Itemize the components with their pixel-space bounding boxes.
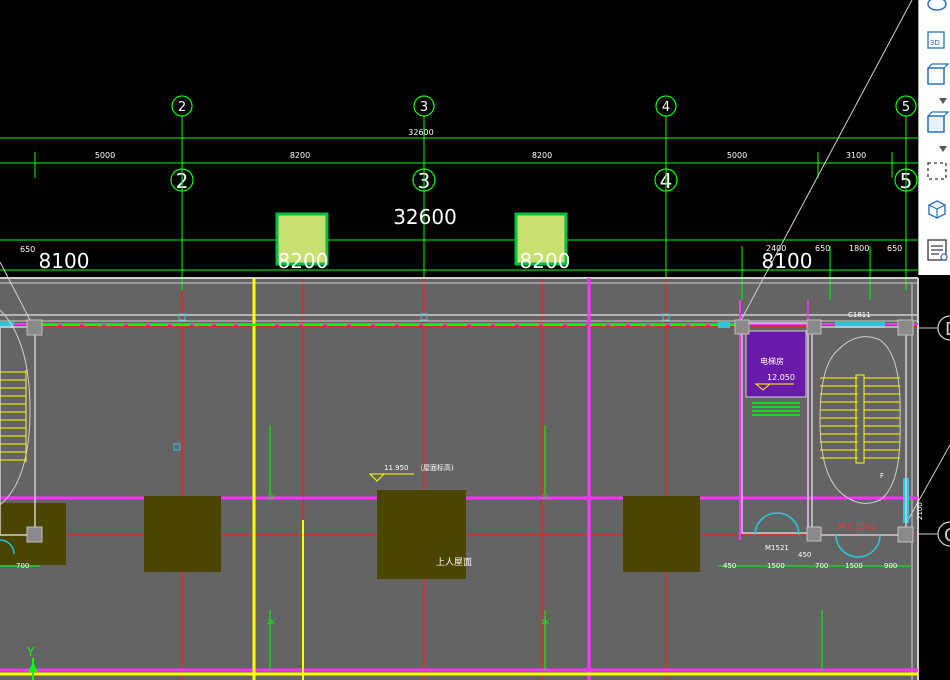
- dim-span-8200-a: 8200: [290, 151, 310, 160]
- dim-total-large: 32600: [393, 205, 457, 229]
- dim-b-450b: 450: [798, 551, 811, 559]
- roof-elevation-note: （屋面标高): [416, 463, 454, 472]
- svg-text:C: C: [944, 525, 950, 546]
- dim-span-5000-left: 5000: [95, 151, 115, 160]
- dim-vertical-2100: 2100: [916, 502, 924, 520]
- axis-bubble-3-top: 3: [413, 95, 435, 117]
- dim-span-3100: 3100: [846, 151, 866, 160]
- leader-line-right: [739, 0, 913, 323]
- svg-text:Y: Y: [26, 645, 35, 659]
- floor-plan-drawing[interactable]: 2 3 4 5 32600 5000 8200 8200 5000 3100 2…: [0, 0, 950, 680]
- dim-8200-left: 8200: [278, 249, 329, 273]
- machine-room-elevation: 12.050: [767, 373, 795, 382]
- stair-up-tag: F: [880, 472, 884, 480]
- dim-b-450a: 450: [723, 562, 736, 570]
- box-icon[interactable]: [925, 62, 949, 88]
- axis-bubble-D: D: [937, 315, 950, 341]
- chevron-down-icon[interactable]: [939, 146, 947, 152]
- svg-text:5: 5: [902, 100, 910, 115]
- chevron-down-icon[interactable]: [939, 98, 947, 104]
- view-toolbar: 3D: [918, 0, 950, 275]
- dim-span-5000-right: 5000: [727, 151, 747, 160]
- dim-b-1500b: 1500: [845, 562, 863, 570]
- svg-text:4: 4: [662, 100, 670, 115]
- dim-650-a: 650: [815, 244, 830, 253]
- axis-bubble-4-top: 4: [655, 95, 677, 117]
- dim-8200-right: 8200: [520, 249, 571, 273]
- axis-bubble-2-top: 2: [171, 95, 193, 117]
- cad-model-viewport[interactable]: 2 3 4 5 32600 5000 8200 8200 5000 3100 2…: [0, 0, 950, 680]
- svg-text:2: 2: [178, 100, 186, 115]
- orbit-icon[interactable]: [925, 0, 949, 16]
- door-tag-right: M C 1521: [838, 522, 876, 531]
- dim-span-8200-b: 8200: [532, 151, 552, 160]
- axis-bubble-C: C: [937, 521, 950, 547]
- dim-650-left: 650: [20, 245, 35, 254]
- dim-b-700: 700: [815, 562, 828, 570]
- slope-label-1: 2K: [267, 494, 276, 501]
- roof-elevation: 11.950: [384, 464, 409, 472]
- dim-1800: 1800: [849, 244, 869, 253]
- axis-bubble-5-top: 5: [895, 95, 917, 117]
- svg-text:3: 3: [420, 100, 428, 115]
- dim-b-900: 900: [884, 562, 897, 570]
- window-tag-c1811: C1811: [848, 311, 871, 319]
- door-tag-left: M1521: [765, 544, 789, 552]
- selection-window-icon[interactable]: [925, 158, 949, 184]
- slope-label-3: 2K: [267, 619, 276, 626]
- 3d-icon[interactable]: 3D: [925, 28, 949, 54]
- machine-room-label: 电梯房: [760, 356, 784, 366]
- roof-area-label: 上人屋面: [436, 557, 472, 568]
- cube-icon[interactable]: [925, 110, 949, 136]
- dim-total-small: 32600: [408, 128, 433, 137]
- dim-650-b: 650: [887, 244, 902, 253]
- dim-bl-700: 700: [16, 562, 29, 570]
- dim-8100-left: 8100: [39, 249, 90, 273]
- svg-text:D: D: [945, 319, 950, 340]
- slope-label-2: 2K: [541, 494, 550, 501]
- dim-2400: 2400: [766, 244, 786, 253]
- isometric-cube-icon[interactable]: [925, 196, 949, 222]
- svg-text:3D: 3D: [930, 39, 940, 47]
- properties-list-icon[interactable]: [925, 236, 949, 262]
- slope-label-4: 2K: [541, 619, 550, 626]
- dim-b-1500a: 1500: [767, 562, 785, 570]
